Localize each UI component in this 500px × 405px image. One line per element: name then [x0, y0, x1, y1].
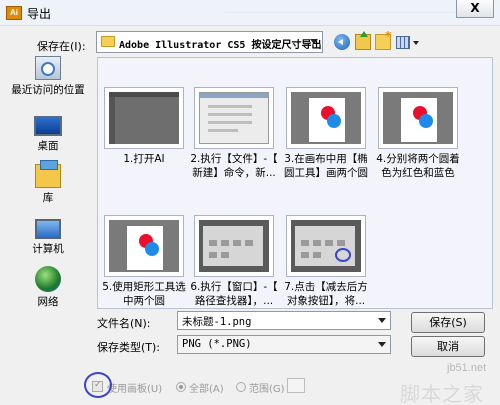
file-thumbnail — [194, 87, 274, 149]
annotation-circle — [84, 372, 112, 398]
network-icon — [35, 266, 61, 292]
close-button[interactable]: X — [456, 0, 494, 18]
illustrator-app-icon: Ai — [6, 6, 22, 20]
place-label: 计算机 — [32, 243, 64, 255]
save-in-label: 保存在(I): — [37, 40, 86, 53]
title-bar: Ai 导出 X — [0, 0, 500, 26]
place-library[interactable]: 库 — [5, 160, 91, 205]
place-recent[interactable]: 最近访问的位置 — [5, 56, 91, 97]
chevron-down-icon[interactable] — [378, 342, 386, 347]
range-radio-label: 范围(G) — [249, 384, 285, 395]
background-window-edge — [225, 12, 455, 13]
use-artboards-label: 使用画板(U) — [107, 384, 163, 395]
filename-field[interactable]: 未标题-1.png — [177, 311, 391, 330]
place-desktop[interactable]: 桌面 — [5, 112, 91, 153]
file-caption: 4.分别将两个圆着 色为红色和蓝色 — [376, 153, 460, 179]
file-caption: 2.执行【文件】-【 新建】命令，新... — [190, 153, 278, 179]
file-thumbnail — [378, 87, 458, 149]
view-menu-icon[interactable] — [396, 36, 410, 49]
filename-value: 未标题-1.png — [182, 316, 252, 328]
file-caption: 1.打开AI — [123, 153, 165, 165]
view-menu-chevron-icon[interactable] — [413, 41, 419, 45]
file-thumbnail — [194, 215, 274, 277]
file-thumbnail — [104, 87, 184, 149]
save-type-value: PNG (*.PNG) — [182, 338, 252, 350]
recent-places-icon — [35, 56, 61, 80]
save-type-label: 保存类型(T): — [97, 341, 161, 354]
file-caption: 3.在画布中用【椭 圆工具】画两个圆 — [284, 153, 368, 179]
watermark-url: jb51.net — [447, 362, 487, 374]
all-radio[interactable] — [176, 382, 186, 392]
window-title: 导出 — [27, 7, 52, 21]
cancel-button[interactable]: 取消 — [411, 336, 485, 357]
filename-label: 文件名(N): — [97, 317, 151, 330]
file-list[interactable]: 1.打开AI 2.执行【文件】-【 新建】命令，新... 3.在画布中用【椭 圆工具… — [97, 57, 493, 309]
file-thumbnail — [286, 87, 366, 149]
up-folder-icon[interactable] — [355, 31, 371, 50]
desktop-icon — [34, 116, 62, 136]
file-caption: 7.点击【减去后方 对象按钮】，将... — [284, 281, 368, 307]
range-input[interactable] — [287, 378, 305, 393]
place-computer[interactable]: 计算机 — [5, 216, 91, 256]
file-thumbnail — [104, 215, 184, 277]
place-network[interactable]: 网络 — [5, 266, 91, 309]
place-label: 网络 — [37, 296, 59, 308]
folder-icon — [101, 36, 115, 47]
save-button[interactable]: 保存(S) — [411, 312, 485, 333]
library-icon — [35, 160, 61, 188]
place-label: 库 — [42, 192, 54, 204]
back-icon[interactable] — [334, 34, 350, 50]
watermark-text: 脚本之家 — [400, 384, 484, 405]
place-label: 桌面 — [37, 140, 59, 152]
chevron-down-icon — [310, 39, 318, 44]
save-in-dropdown[interactable]: Adobe Illustrator CS5 按设定尺寸导出 — [96, 31, 323, 53]
save-type-dropdown[interactable]: PNG (*.PNG) — [177, 335, 391, 354]
file-thumbnail — [286, 215, 366, 277]
range-radio[interactable] — [236, 382, 246, 392]
place-label: 最近访问的位置 — [11, 84, 85, 96]
chevron-down-icon[interactable] — [378, 318, 386, 323]
file-caption: 6.执行【窗口】-【 路径查找器】，... — [190, 281, 278, 307]
file-caption: 5.使用矩形工具选 中两个圆 — [102, 281, 186, 307]
save-in-path: Adobe Illustrator CS5 按设定尺寸导出 — [119, 40, 322, 51]
computer-icon — [35, 219, 61, 239]
places-bar: 最近访问的位置 桌面 库 计算机 网络 — [5, 56, 91, 326]
new-folder-icon[interactable] — [375, 29, 391, 50]
all-radio-label: 全部(A) — [189, 384, 224, 395]
